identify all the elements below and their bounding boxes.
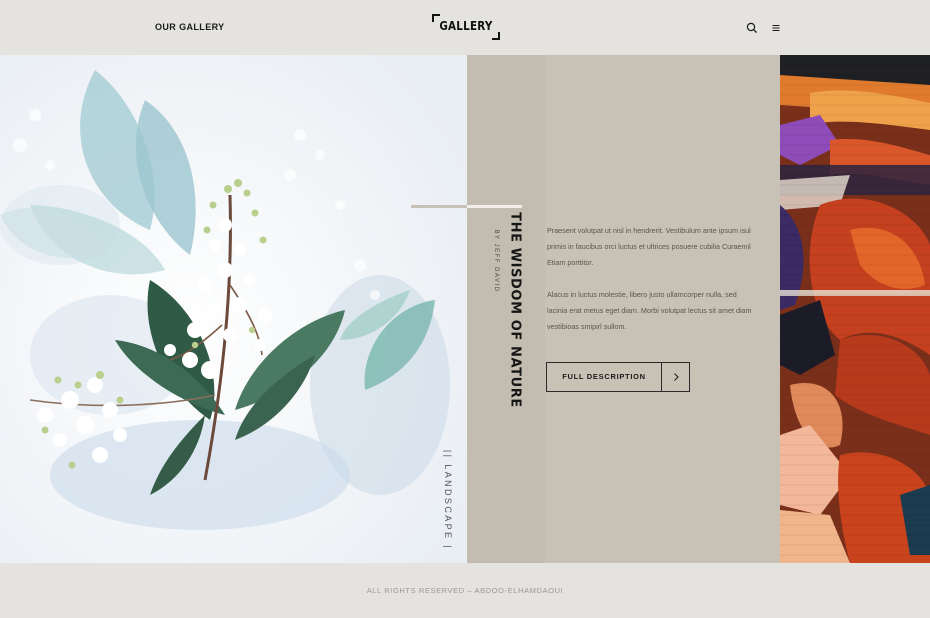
chevron-right-icon[interactable] <box>662 363 690 391</box>
abstract-mural-photo <box>780 55 930 563</box>
nav-our-gallery-link[interactable]: OUR GALLERY <box>155 22 225 32</box>
logo-corner-bottom-right <box>492 32 500 40</box>
accent-divider-highlight <box>467 205 522 208</box>
category-label: || LANDSCAPE | <box>436 449 460 551</box>
article-title: THE WISDOM OF NATURE <box>504 212 526 408</box>
site-header: OUR GALLERY GALLERY <box>0 0 930 55</box>
article-author-text: BY JEFF DAVID <box>493 229 499 293</box>
full-description-label: FULL DESCRIPTION <box>562 372 646 381</box>
copyright-text: ALL RIGHTS RESERVED – ABDOO-ELHAMDAOUI <box>366 586 564 595</box>
description-paragraph-2: Alacus in luctus molestie, libero justo … <box>547 290 752 331</box>
category-text: || LANDSCAPE | <box>443 449 453 551</box>
hamburger-menu-icon[interactable] <box>769 21 783 35</box>
full-description-button[interactable]: FULL DESCRIPTION <box>546 362 690 392</box>
article-title-text: THE WISDOM OF NATURE <box>507 212 523 408</box>
article-author: BY JEFF DAVID <box>490 228 502 294</box>
logo-text: GALLERY <box>439 19 493 33</box>
site-logo[interactable]: GALLERY <box>432 14 500 40</box>
description-paragraph-1: Praesent volutpat ut nisl in hendrerit. … <box>547 226 751 267</box>
search-icon[interactable] <box>745 21 759 35</box>
botanical-flowers-photo <box>0 55 467 563</box>
